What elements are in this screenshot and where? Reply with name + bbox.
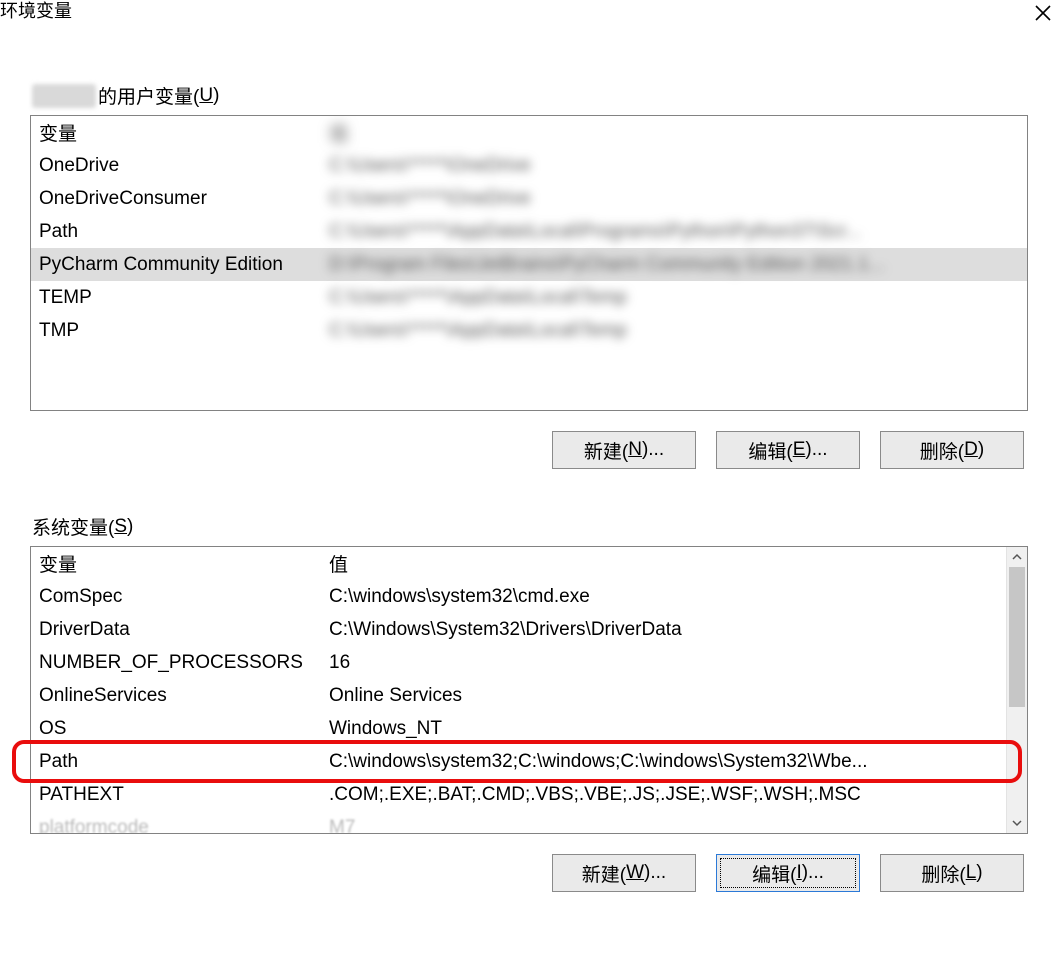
system-new-button[interactable]: 新建(W)... <box>552 854 696 892</box>
cell-value: C:\Windows\System32\Drivers\DriverData <box>329 619 1019 641</box>
user-new-button[interactable]: 新建(N)... <box>552 431 696 469</box>
cell-value: C:\Users\*****\AppData\Local\Temp <box>329 287 1019 309</box>
cell-variable: TMP <box>39 320 329 342</box>
cell-variable: NUMBER_OF_PROCESSORS <box>39 652 329 674</box>
system-vars-listbox[interactable]: 变量 值 ComSpecC:\windows\system32\cmd.exeD… <box>30 546 1028 834</box>
system-edit-button[interactable]: 编辑(I)... <box>716 854 860 892</box>
system-vars-label: 系统变量(S) <box>32 513 1028 540</box>
table-row[interactable]: NUMBER_OF_PROCESSORS16 <box>31 646 1027 679</box>
col-header-value-blurred: 值 <box>329 119 1019 146</box>
scrollbar-track[interactable] <box>1007 567 1027 813</box>
cell-variable: PATHEXT <box>39 784 329 806</box>
table-row[interactable]: OneDriveConsumerC:\Users\*****\OneDrive <box>31 182 1027 215</box>
cell-value: .COM;.EXE;.BAT;.CMD;.VBS;.VBE;.JS;.JSE;.… <box>329 784 1019 806</box>
user-vars-button-row: 新建(N)... 编辑(E)... 删除(D) <box>30 431 1028 469</box>
col-header-variable: 变量 <box>39 550 329 577</box>
scroll-up-icon[interactable] <box>1007 547 1027 567</box>
table-row[interactable]: TEMPC:\Users\*****\AppData\Local\Temp <box>31 281 1027 314</box>
table-row[interactable]: PyCharm Community EditionD:\Program File… <box>31 248 1027 281</box>
cell-variable: OS <box>39 718 329 740</box>
username-blurred <box>32 84 96 108</box>
cell-variable: PyCharm Community Edition <box>39 254 329 276</box>
cell-variable: OnlineServices <box>39 685 329 707</box>
cell-variable: TEMP <box>39 287 329 309</box>
user-edit-button[interactable]: 编辑(E)... <box>716 431 860 469</box>
cell-variable: DriverData <box>39 619 329 641</box>
table-row[interactable]: TMPC:\Users\*****\AppData\Local\Temp <box>31 314 1027 347</box>
window-title: 环境变量 <box>0 0 72 22</box>
user-vars-header: 变量 值 <box>31 116 1027 149</box>
table-row[interactable]: DriverDataC:\Windows\System32\Drivers\Dr… <box>31 613 1027 646</box>
scrollbar[interactable] <box>1006 547 1027 833</box>
cell-value: 16 <box>329 652 1019 674</box>
cell-value: C:\windows\system32;C:\windows;C:\window… <box>329 751 1019 773</box>
cell-variable: OneDriveConsumer <box>39 188 329 210</box>
cell-value: C:\Users\*****\AppData\Local\Programs\Py… <box>329 221 1019 243</box>
cell-variable: ComSpec <box>39 586 329 608</box>
cell-value: C:\Users\*****\OneDrive <box>329 155 1019 177</box>
table-row[interactable]: ComSpecC:\windows\system32\cmd.exe <box>31 580 1027 613</box>
table-row[interactable]: PathC:\windows\system32;C:\windows;C:\wi… <box>31 745 1027 778</box>
col-header-value: 值 <box>329 550 1019 577</box>
col-header-variable: 变量 <box>39 119 329 146</box>
table-row-partial: platformcodeM7 <box>31 811 1027 834</box>
close-icon[interactable] <box>1034 0 1052 24</box>
system-delete-button[interactable]: 删除(L) <box>880 854 1024 892</box>
scrollbar-thumb[interactable] <box>1009 567 1025 707</box>
cell-variable: OneDrive <box>39 155 329 177</box>
table-row[interactable]: PathC:\Users\*****\AppData\Local\Program… <box>31 215 1027 248</box>
cell-value: C:\Users\*****\AppData\Local\Temp <box>329 320 1019 342</box>
cell-value: Online Services <box>329 685 1019 707</box>
system-vars-header: 变量 值 <box>31 547 1027 580</box>
cell-variable: Path <box>39 751 329 773</box>
cell-value: Windows_NT <box>329 718 1019 740</box>
table-row[interactable]: OnlineServicesOnline Services <box>31 679 1027 712</box>
table-row[interactable]: OSWindows_NT <box>31 712 1027 745</box>
user-delete-button[interactable]: 删除(D) <box>880 431 1024 469</box>
system-vars-button-row: 新建(W)... 编辑(I)... 删除(L) <box>30 854 1028 892</box>
cell-value: D:\Program Files\JetBrains\PyCharm Commu… <box>329 254 1019 276</box>
cell-variable: Path <box>39 221 329 243</box>
user-vars-label: 的用户变量(U) <box>32 82 1028 109</box>
table-row[interactable]: OneDriveC:\Users\*****\OneDrive <box>31 149 1027 182</box>
cell-value: C:\windows\system32\cmd.exe <box>329 586 1019 608</box>
user-vars-listbox[interactable]: 变量 值 OneDriveC:\Users\*****\OneDriveOneD… <box>30 115 1028 411</box>
table-row[interactable]: PATHEXT.COM;.EXE;.BAT;.CMD;.VBS;.VBE;.JS… <box>31 778 1027 811</box>
cell-value: C:\Users\*****\OneDrive <box>329 188 1019 210</box>
